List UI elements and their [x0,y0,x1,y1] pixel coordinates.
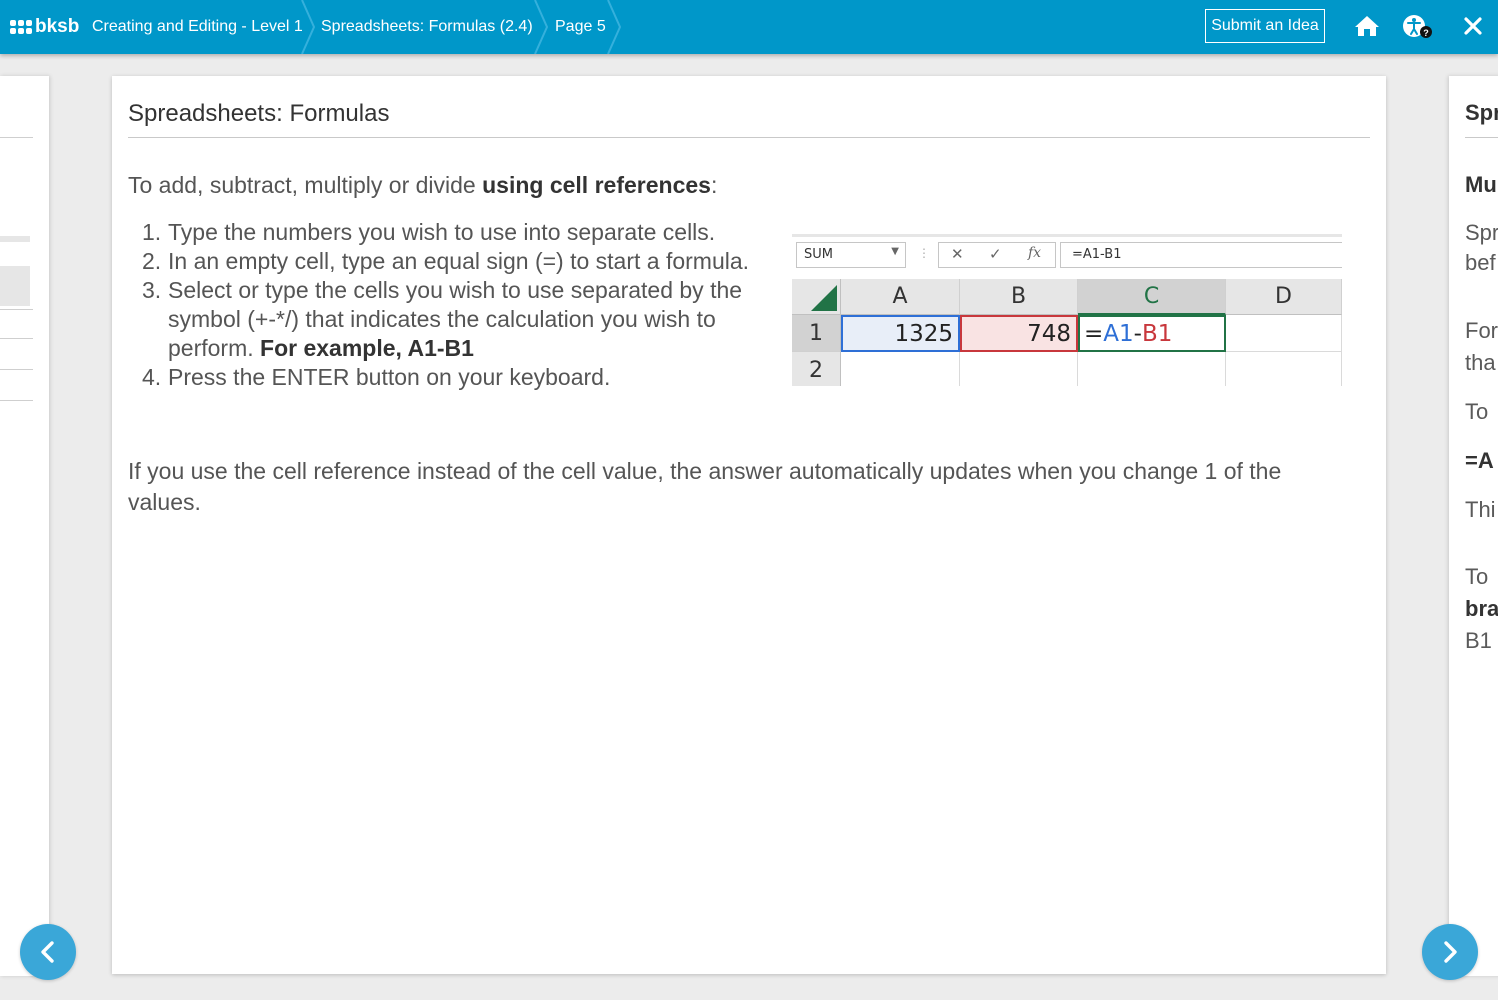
cell-b2 [960,352,1078,386]
divider [1465,137,1498,138]
dropdown-arrow-icon: ▼ [891,246,899,257]
breadcrumb-separator-icon [300,0,316,54]
column-header-b: B [960,279,1078,315]
next-page-panel[interactable]: Spr Mu Spr bef For tha To =A Thi To bra … [1449,76,1498,976]
logo-text: bksb [35,16,80,37]
formula-input: =A1-B1 [1060,242,1342,268]
title-divider [128,137,1370,138]
content-card: Spreadsheets: Formulas To add, subtract,… [112,76,1386,974]
cell-c2 [1078,352,1226,386]
next-page-text: To [1465,564,1489,589]
bksb-logo[interactable]: bksb [10,14,79,40]
previous-page-button[interactable] [20,924,76,980]
select-all-corner [792,279,841,315]
explanation-text: If you use the cell reference instead of… [128,458,1282,515]
next-page-text: bef [1465,250,1496,275]
fx-icon: fx [1028,245,1042,261]
previous-page-panel[interactable] [0,76,49,976]
divider [0,400,33,401]
next-page-text: =A [1465,448,1494,473]
submit-idea-button[interactable]: Submit an Idea [1205,9,1325,43]
home-icon[interactable] [1354,14,1380,43]
name-box: SUM ▼ [796,242,906,268]
list-item: 1. Type the numbers you wish to use into … [142,219,716,245]
spreadsheet-example-image: SUM ▼ ⋮ ✕ ✓ fx =A1-B1 A B C D 1 2 1325 7… [792,234,1342,386]
cell-a2 [841,352,960,386]
close-icon[interactable] [1464,17,1482,40]
divider [0,137,33,138]
cell-d2 [1226,352,1342,386]
next-page-text: For [1465,318,1498,343]
formula-buttons: ✕ ✓ fx [938,242,1056,268]
divider [0,338,33,339]
cell-c1: = A1- B1 [1078,315,1226,352]
intro-text: To add, subtract, multiply or divide usi… [128,172,718,198]
enter-icon: ✓ [989,245,1002,263]
cell-a1: 1325 [841,315,960,352]
page-title: Spreadsheets: Formulas [128,100,390,127]
next-page-title: Spr [1465,100,1498,125]
top-bar: bksb Creating and Editing - Level 1 Spre… [0,0,1498,54]
placeholder-block [0,266,30,306]
column-header-c: C [1078,279,1226,315]
row-header-2: 2 [792,352,841,386]
cell-d1 [1226,315,1342,352]
chevron-right-icon [1444,941,1457,963]
column-header-a: A [841,279,960,315]
next-page-button[interactable] [1422,924,1478,980]
next-page-text: Thi [1465,497,1496,522]
divider [0,309,33,310]
logo-grid-icon [10,20,32,34]
breadcrumb-separator-icon [606,0,622,54]
row-header-1: 1 [792,315,841,352]
next-page-text: B1 [1465,628,1492,653]
next-page-text: Spr [1465,220,1498,245]
next-page-text: Mu [1465,172,1497,197]
cell-b1: 748 [960,315,1078,352]
next-page-text: bra [1465,596,1498,621]
column-header-d: D [1226,279,1342,315]
cancel-icon: ✕ [951,245,964,263]
drag-handle-icon: ⋮ [918,246,930,260]
list-item: 3. Select or type the cells you wish to u… [142,277,743,361]
next-page-text: tha [1465,350,1496,375]
breadcrumb-page[interactable]: Page 5 [555,0,606,54]
breadcrumb-separator-icon [533,0,549,54]
accessibility-icon[interactable]: ? [1402,14,1438,47]
next-page-text: To [1465,399,1489,424]
list-item: 4. Press the ENTER button on your keyboar… [142,364,611,390]
breadcrumb-course[interactable]: Creating and Editing - Level 1 [92,0,303,54]
steps-list: 1. Type the numbers you wish to use into … [142,218,752,392]
help-icon[interactable]: ? [1423,28,1429,38]
list-item: 2. In an empty cell, type an equal sign (… [142,248,750,274]
formula-bar: SUM ▼ ⋮ ✕ ✓ fx =A1-B1 [792,237,1342,273]
chevron-left-icon [41,941,54,963]
placeholder-block [0,236,30,242]
divider [0,369,33,370]
breadcrumb-topic[interactable]: Spreadsheets: Formulas (2.4) [321,0,533,54]
